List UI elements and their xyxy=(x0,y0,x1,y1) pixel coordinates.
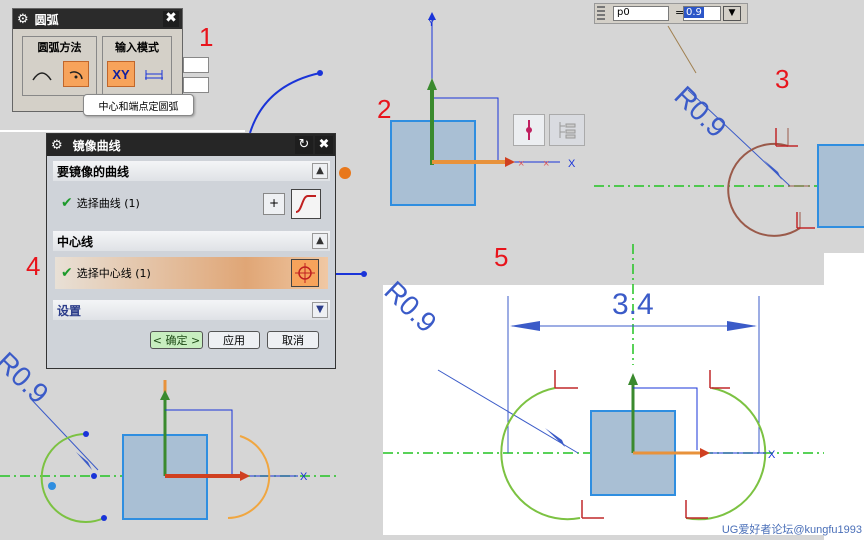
arc-input-box-1[interactable] xyxy=(183,57,209,73)
ok-button[interactable]: < 确定 > xyxy=(150,331,203,349)
tree-list-icon[interactable] xyxy=(549,114,585,146)
arc-dialog-titlebar[interactable]: ⚙ 圆弧 xyxy=(13,9,182,29)
brown-arc-3 xyxy=(727,142,801,237)
crosshair-select-icon[interactable] xyxy=(291,259,319,287)
check-icon: ✔ xyxy=(61,265,73,281)
chevron-up-icon[interactable]: ▲ xyxy=(312,163,328,179)
settings-gear-icon[interactable]: ⚙ xyxy=(17,12,29,27)
select-centerline-row[interactable]: ✔ 选择中心线 (1) xyxy=(55,257,328,289)
three-point-arc-icon[interactable] xyxy=(29,61,55,87)
xy-input-button[interactable]: XY xyxy=(107,61,135,87)
select-curve-row[interactable]: ✔ 选择曲线 (1) + xyxy=(55,185,328,221)
mirror-dialog-title: 镜像曲线 xyxy=(72,138,121,153)
check-icon: ✔ xyxy=(61,195,73,211)
axis-label-x: X xyxy=(568,158,576,170)
panel-2-model xyxy=(390,12,560,206)
orange-ball xyxy=(339,167,351,179)
input-mode-group: 输入模式 XY xyxy=(102,36,172,96)
chevron-up-icon[interactable]: ▲ xyxy=(312,233,328,249)
add-curve-icon[interactable]: + xyxy=(263,193,285,215)
chevron-down-icon[interactable]: ▼ xyxy=(312,302,328,318)
step-number-3: 3 xyxy=(775,64,790,94)
expression-value-field[interactable]: 0.9 xyxy=(683,6,721,21)
svg-text:×: × xyxy=(543,158,549,170)
watermark: UG爱好者论坛@kungfu1993 xyxy=(721,524,862,536)
section-curves-to-mirror[interactable]: 要镜像的曲线 ▲ xyxy=(53,161,330,181)
axis-label-y: Y xyxy=(428,18,435,29)
arc-dialog-title: 圆弧 xyxy=(34,12,59,27)
grip-handle[interactable] xyxy=(597,6,605,22)
block-3 xyxy=(817,144,864,228)
mirror-dialog-close-icon[interactable]: ✖ xyxy=(315,136,333,154)
expression-value: 0.9 xyxy=(684,7,704,18)
mirror-curve-dialog: ⚙ 镜像曲线 ↻ ✖ 要镜像的曲线 ▲ ✔ 选择曲线 (1) + 中心线 ▲ ✔… xyxy=(46,133,336,369)
svg-text:X: X xyxy=(300,471,308,483)
settings-gear-icon[interactable]: ⚙ xyxy=(51,138,63,153)
arc-input-box-2[interactable] xyxy=(183,77,209,93)
step-number-2: 2 xyxy=(377,94,392,124)
expression-bar: p0 = 0.9 ▼ xyxy=(594,3,748,24)
step-number-1: 1 xyxy=(199,22,214,52)
cancel-button[interactable]: 取消 xyxy=(267,331,319,349)
blue-arc-1 xyxy=(249,72,321,134)
svg-text:X: X xyxy=(768,449,776,461)
expression-name-field[interactable]: p0 xyxy=(613,6,669,21)
section-settings[interactable]: 设置 ▼ xyxy=(53,300,330,320)
select-curve-label: 选择曲线 (1) xyxy=(76,197,140,210)
reset-icon[interactable]: ↻ xyxy=(295,136,313,154)
center-endpoint-arc-icon[interactable] xyxy=(63,61,89,87)
arc-dialog-close-icon[interactable]: ✖ xyxy=(163,11,179,27)
apply-button[interactable]: 应用 xyxy=(208,331,260,349)
arc-method-label: 圆弧方法 xyxy=(37,41,82,54)
step-number-4: 4 xyxy=(26,251,41,281)
mirror-dialog-titlebar[interactable]: ⚙ 镜像曲线 xyxy=(47,134,335,156)
arc-method-group: 圆弧方法 xyxy=(22,36,97,96)
arc-method-tooltip: 中心和端点定圆弧 xyxy=(83,94,194,116)
select-centerline-label: 选择中心线 (1) xyxy=(76,267,151,280)
snap-point-icon[interactable] xyxy=(513,114,545,146)
section-settings-label: 设置 xyxy=(57,303,82,318)
input-mode-label: 输入模式 xyxy=(115,41,159,54)
parameter-mode-icon[interactable] xyxy=(141,61,167,87)
section-curves-label: 要镜像的曲线 xyxy=(57,164,130,179)
curve-select-icon[interactable] xyxy=(291,189,321,219)
svg-text:×: × xyxy=(518,158,524,170)
expression-dropdown-button[interactable]: ▼ xyxy=(723,6,741,21)
arc-end-point xyxy=(317,70,323,76)
dimension-label-5[interactable]: 3.4 xyxy=(612,288,654,322)
step-number-5: 5 xyxy=(494,242,509,272)
section-centerline-label: 中心线 xyxy=(57,234,94,249)
section-centerline[interactable]: 中心线 ▲ xyxy=(53,231,330,251)
